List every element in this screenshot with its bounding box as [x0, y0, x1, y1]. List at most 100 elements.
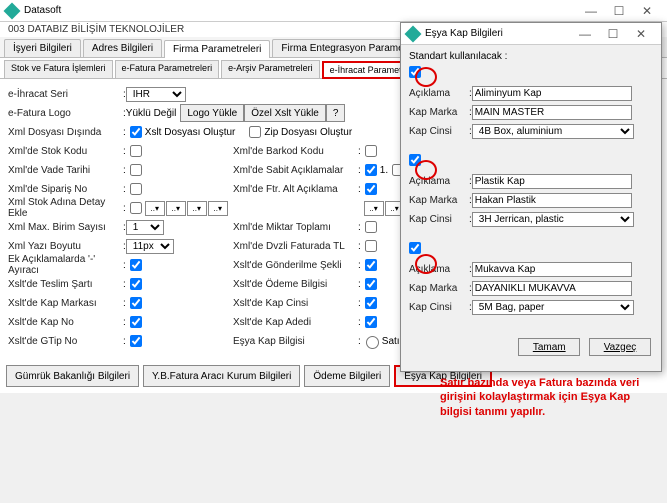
- cb-kap-cinsi[interactable]: [365, 297, 377, 309]
- close-button[interactable]: ✕: [633, 2, 661, 20]
- app-title: Datasoft: [24, 5, 61, 16]
- select-eihracat-seri[interactable]: IHR: [126, 87, 186, 102]
- cb-miktar-top[interactable]: [365, 221, 377, 233]
- cb-teslim[interactable]: [130, 278, 142, 290]
- ozel-xslt-button[interactable]: Özel Xslt Yükle: [244, 104, 326, 122]
- cb-xslt-olustur[interactable]: [130, 126, 142, 138]
- cb-stok-kodu[interactable]: [130, 145, 142, 157]
- tamam-button[interactable]: Tamam: [518, 338, 580, 356]
- select-max-birim[interactable]: 1: [126, 220, 164, 235]
- label-xml-dosya: Xml Dosyası Dışında: [8, 127, 123, 138]
- subtab-stok-fatura[interactable]: Stok ve Fatura İşlemleri: [4, 60, 113, 78]
- detay-sel-2[interactable]: ..▾: [166, 201, 186, 216]
- label-gtip: Xslt'de GTip No: [8, 336, 123, 347]
- label-standart: Standart kullanılacak :: [409, 51, 653, 62]
- cb-ek-acik[interactable]: [130, 259, 142, 271]
- lbl-marka-3: Kap Marka: [409, 283, 469, 294]
- subtab-efatura[interactable]: e-Fatura Parametreleri: [115, 60, 220, 78]
- cb-standart-2[interactable]: [409, 154, 421, 166]
- label-esya-kap: Eşya Kap Bilgisi: [233, 336, 358, 347]
- cb-barkod[interactable]: [365, 145, 377, 157]
- label-teslim: Xslt'de Teslim Şartı: [8, 279, 123, 290]
- label-vade: Xml'de Vade Tarihi: [8, 165, 123, 176]
- cb-stok-adina[interactable]: [130, 202, 142, 214]
- lbl-cinsi-1: Kap Cinsi: [409, 126, 469, 137]
- input-marka-3[interactable]: [472, 281, 632, 296]
- cb-standart-3[interactable]: [409, 242, 421, 254]
- cb-standart-1[interactable]: [409, 66, 421, 78]
- label-kap-adedi: Xslt'de Kap Adedi: [233, 317, 358, 328]
- lbl-aciklama-3: Açıklama: [409, 264, 469, 275]
- annotation-note: Satır bazında veya Fatura bazında veri g…: [440, 376, 650, 419]
- cb-ftr-alt[interactable]: [365, 183, 377, 195]
- label-max-birim: Xml Max. Birim Sayısı: [8, 222, 123, 233]
- label-miktar-top: Xml'de Miktar Toplamı: [233, 222, 358, 233]
- lbl-cinsi-3: Kap Cinsi: [409, 302, 469, 313]
- label-eihracat-seri: e-İhracat Seri: [8, 89, 123, 100]
- cb-gonderilme[interactable]: [365, 259, 377, 271]
- cb-sabit-1[interactable]: [365, 164, 377, 176]
- minimize-button[interactable]: —: [577, 2, 605, 20]
- alt-sel-1[interactable]: ..▾: [364, 201, 384, 216]
- cb-kap-adedi[interactable]: [365, 316, 377, 328]
- label-zip-olustur: Zip Dosyası Oluştur: [264, 127, 352, 138]
- ybfatura-button[interactable]: Y.B.Fatura Aracı Kurum Bilgileri: [143, 365, 300, 387]
- dialog-title: Eşya Kap Bilgileri: [425, 28, 503, 39]
- maximize-button[interactable]: ☐: [605, 2, 633, 20]
- select-yazi-boyut[interactable]: 11px: [126, 239, 174, 254]
- cb-dvzli[interactable]: [365, 240, 377, 252]
- dialog-icon: [405, 25, 422, 42]
- cb-zip-olustur[interactable]: [249, 126, 261, 138]
- lbl-cinsi-2: Kap Cinsi: [409, 214, 469, 225]
- logo-yukle-button[interactable]: Logo Yükle: [180, 104, 244, 122]
- cb-vade[interactable]: [130, 164, 142, 176]
- gumruk-button[interactable]: Gümrük Bakanlığı Bilgileri: [6, 365, 139, 387]
- app-icon: [4, 2, 21, 19]
- cb-gtip[interactable]: [130, 335, 142, 347]
- lbl-aciklama-1: Açıklama: [409, 88, 469, 99]
- label-stok-kodu: Xml'de Stok Kodu: [8, 146, 123, 157]
- label-odeme-bilgisi: Xslt'de Ödeme Bilgisi: [233, 279, 358, 290]
- detay-sel-3[interactable]: ..▾: [187, 201, 207, 216]
- tab-isyeri[interactable]: İşyeri Bilgileri: [4, 39, 81, 57]
- select-cinsi-1[interactable]: 4B Box, aluminium: [472, 124, 634, 139]
- label-ftr-alt: Xml'de Ftr. Alt Açıklama: [233, 184, 358, 195]
- lbl-aciklama-2: Açıklama: [409, 176, 469, 187]
- vazgec-button[interactable]: Vazgeç: [589, 338, 651, 356]
- dialog-maximize-button[interactable]: ☐: [599, 25, 627, 43]
- odeme-button[interactable]: Ödeme Bilgileri: [304, 365, 390, 387]
- logo-status: Yüklü Değil: [126, 108, 177, 119]
- select-cinsi-3[interactable]: 5M Bag, paper: [472, 300, 634, 315]
- label-sabit-acik: Xml'de Sabit Açıklamalar: [233, 165, 358, 176]
- input-aciklama-3[interactable]: [472, 262, 632, 277]
- cb-odeme-bilgisi[interactable]: [365, 278, 377, 290]
- tab-adres[interactable]: Adres Bilgileri: [83, 39, 162, 57]
- label-stok-adina: Xml Stok Adına Detay Ekle: [8, 197, 123, 219]
- label-ek-acik: Ek Açıklamalarda '-' Ayıracı: [8, 254, 123, 276]
- label-gonderilme: Xslt'de Gönderilme Şekli: [233, 260, 358, 271]
- cb-kap-markasi[interactable]: [130, 297, 142, 309]
- cb-kap-no[interactable]: [130, 316, 142, 328]
- lbl-marka-2: Kap Marka: [409, 195, 469, 206]
- dialog-close-button[interactable]: ✕: [627, 25, 655, 43]
- detay-sel-1[interactable]: ..▾: [145, 201, 165, 216]
- select-cinsi-2[interactable]: 3H Jerrican, plastic: [472, 212, 634, 227]
- subtab-earsiv[interactable]: e-Arşiv Parametreleri: [221, 60, 320, 78]
- label-siparis: Xml'de Sipariş No: [8, 184, 123, 195]
- label-efatura-logo: e-Fatura Logo: [8, 108, 123, 119]
- lbl-1: 1.: [380, 165, 388, 176]
- input-aciklama-1[interactable]: [472, 86, 632, 101]
- help-button[interactable]: ?: [326, 104, 346, 122]
- radio-satir-bazinda[interactable]: [366, 336, 379, 349]
- cb-siparis[interactable]: [130, 183, 142, 195]
- input-marka-2[interactable]: [472, 193, 632, 208]
- detay-sel-4[interactable]: ..▾: [208, 201, 228, 216]
- lbl-marka-1: Kap Marka: [409, 107, 469, 118]
- input-marka-1[interactable]: [472, 105, 632, 120]
- dialog-minimize-button[interactable]: —: [571, 25, 599, 43]
- esya-kap-dialog: Eşya Kap Bilgileri — ☐ ✕ Standart kullan…: [400, 22, 662, 372]
- label-xslt-olustur: Xslt Dosyası Oluştur: [145, 127, 236, 138]
- label-barkod: Xml'de Barkod Kodu: [233, 146, 358, 157]
- tab-firma-parametreleri[interactable]: Firma Parametreleri: [164, 40, 270, 58]
- input-aciklama-2[interactable]: [472, 174, 632, 189]
